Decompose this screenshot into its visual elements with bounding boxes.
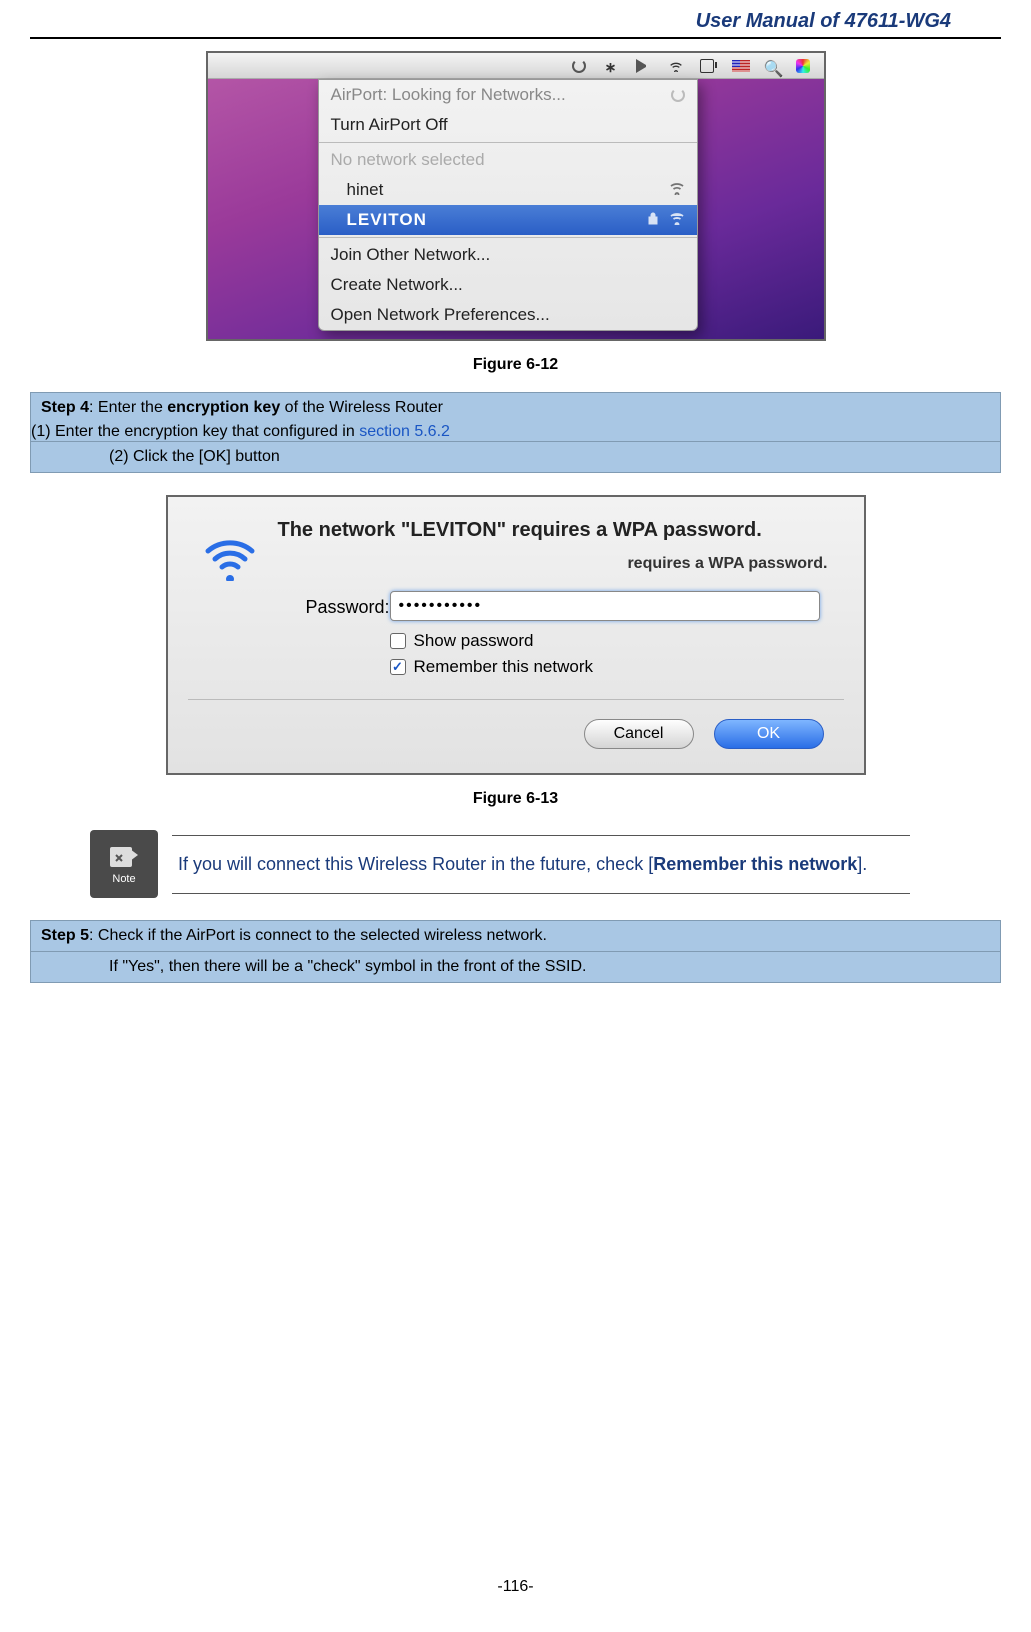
figure-6-13-caption: Figure 6-13 (30, 790, 1001, 808)
doc-header: User Manual of 47611-WG4 (30, 10, 1001, 37)
password-label: Password: (306, 597, 390, 618)
mac-menubar: ∗ 🔍 (208, 53, 824, 79)
ssid-label: LEVITON (347, 210, 427, 230)
step-4-block: Step 4: Enter the encryption key of the … (30, 392, 1001, 473)
airport-large-icon (202, 537, 258, 581)
lock-icon (645, 210, 661, 230)
checkbox-icon (390, 633, 406, 649)
signal-icon (669, 180, 685, 200)
show-password-label: Show password (414, 631, 534, 651)
remember-network-checkbox[interactable]: ✓ Remember this network (390, 657, 594, 677)
join-other-item[interactable]: Join Other Network... (319, 240, 697, 270)
bluetooth-icon: ∗ (604, 59, 618, 73)
menu-separator (319, 142, 697, 143)
color-wheel-icon (796, 59, 810, 73)
wifi-icon (668, 59, 682, 73)
header-rule (30, 37, 1001, 39)
no-network-label: No network selected (319, 145, 697, 175)
sync-icon (572, 59, 586, 73)
figure-6-13-dialog: The network "LEVITON" requires a WPA pas… (166, 495, 866, 775)
note-icon: Note (90, 830, 158, 898)
menu-separator (319, 237, 697, 238)
network-item-hinet[interactable]: hinet (319, 175, 697, 205)
cancel-button[interactable]: Cancel (584, 719, 694, 749)
step-5-sub: If "Yes", then there will be a "check" s… (31, 951, 1000, 982)
create-network-item[interactable]: Create Network... (319, 270, 697, 300)
password-field[interactable]: ••••••••••• (390, 591, 820, 621)
note-block: Note If you will connect this Wireless R… (90, 830, 910, 898)
checkbox-icon: ✓ (390, 659, 406, 675)
airport-toggle-item[interactable]: Turn AirPort Off (319, 110, 697, 140)
figure-6-12-caption: Figure 6-12 (30, 356, 1001, 374)
airport-status-label: AirPort: Looking for Networks... (331, 85, 566, 105)
step-4-ln2: (2) Click the [OK] button (31, 441, 1000, 472)
figure-6-12-screenshot: ∗ 🔍 AirPort: Looking for Networks... Tur… (206, 51, 826, 341)
show-password-checkbox[interactable]: Show password (390, 631, 534, 651)
step-5-block: Step 5: Check if the AirPort is connect … (30, 920, 1001, 983)
remember-network-label: Remember this network (414, 657, 594, 677)
ok-button[interactable]: OK (714, 719, 824, 749)
open-prefs-item[interactable]: Open Network Preferences... (319, 300, 697, 330)
ssid-label: hinet (347, 180, 384, 200)
step-4-heading: Step 4: Enter the encryption key of the … (31, 393, 1000, 423)
flag-us-icon (732, 59, 746, 73)
note-text: If you will connect this Wireless Router… (172, 835, 910, 894)
signal-icon (669, 210, 685, 230)
step-5-heading: Step 5: Check if the AirPort is connect … (31, 921, 1000, 951)
volume-icon (636, 59, 650, 73)
spotlight-icon: 🔍 (764, 59, 778, 73)
section-5-6-2-link[interactable]: section 5.6.2 (359, 423, 450, 440)
dialog-separator (188, 699, 844, 700)
dialog-title: The network "LEVITON" requires a WPA pas… (278, 519, 834, 542)
airport-dropdown: AirPort: Looking for Networks... Turn Ai… (318, 79, 698, 331)
dialog-subtitle: requires a WPA password. (627, 555, 827, 573)
busy-spinner-icon (671, 88, 685, 102)
page-number: -116- (0, 1578, 1031, 1596)
battery-icon (700, 59, 714, 73)
network-item-leviton[interactable]: LEVITON (319, 205, 697, 235)
